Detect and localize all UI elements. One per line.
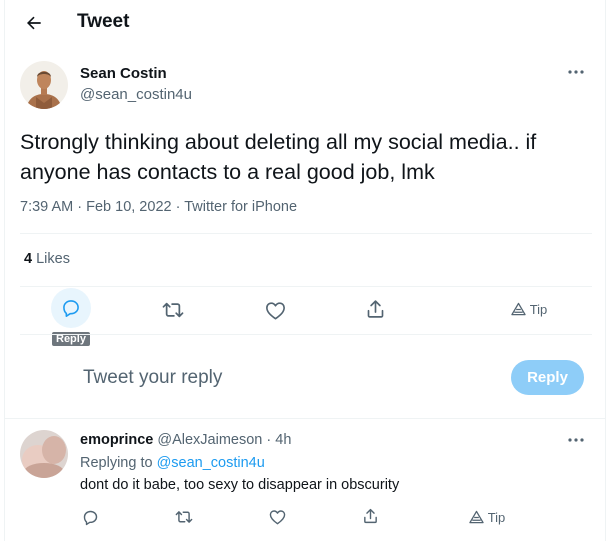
retweet-icon xyxy=(175,511,193,523)
heart-icon xyxy=(269,510,285,525)
tweet-time[interactable]: 7:39 AM xyxy=(20,199,73,215)
more-icon xyxy=(568,438,584,442)
header: Tweet xyxy=(5,0,607,46)
divider xyxy=(20,286,592,287)
retweet-button[interactable] xyxy=(172,506,196,528)
share-icon xyxy=(367,300,383,318)
meta-separator: · xyxy=(175,199,181,215)
meta-separator: · xyxy=(77,199,83,215)
replying-to-label: Replying to xyxy=(80,455,153,471)
tip-icon xyxy=(511,302,526,316)
reply-submit-button[interactable]: Reply xyxy=(511,360,584,395)
share-icon xyxy=(363,508,377,524)
more-options-button[interactable] xyxy=(565,64,587,80)
reply-author-name[interactable]: emoprince xyxy=(80,432,153,448)
tweet-source[interactable]: Twitter for iPhone xyxy=(184,199,297,215)
author-handle[interactable]: @sean_costin4u xyxy=(80,86,192,103)
tip-button[interactable]: Tip xyxy=(463,507,511,527)
reply-text: dont do it babe, too sexy to disappear i… xyxy=(80,477,400,493)
tip-button[interactable]: Tip xyxy=(505,299,553,319)
tip-label: Tip xyxy=(487,509,506,525)
tweet-text: Strongly thinking about deleting all my … xyxy=(20,130,537,184)
like-button[interactable] xyxy=(265,506,289,528)
tip-label: Tip xyxy=(529,301,548,317)
reply-author-handle[interactable]: @AlexJaimeson xyxy=(157,432,262,448)
replying-to-handle[interactable]: @sean_costin4u xyxy=(157,455,265,471)
share-button[interactable] xyxy=(358,505,382,527)
tweet-page: Tweet Sean Costin @sean_costin4u Strongl… xyxy=(4,0,606,541)
divider xyxy=(20,334,592,335)
share-button[interactable] xyxy=(362,296,388,322)
retweet-icon xyxy=(162,302,184,318)
reply-icon xyxy=(63,300,79,317)
author-name[interactable]: Sean Costin xyxy=(80,65,167,82)
more-options-button[interactable] xyxy=(565,432,587,448)
retweet-button[interactable] xyxy=(160,298,186,322)
tweet-meta: 7:39 AM · Feb 10, 2022 · Twitter for iPh… xyxy=(20,199,297,215)
back-button[interactable] xyxy=(21,10,47,36)
likes-count[interactable]: 4 Likes xyxy=(24,251,70,267)
reply-time[interactable]: 4h xyxy=(275,432,291,448)
divider xyxy=(20,233,592,234)
avatar[interactable] xyxy=(20,61,68,109)
avatar[interactable] xyxy=(20,430,68,478)
divider xyxy=(5,418,605,419)
replying-to: Replying to @sean_costin4u xyxy=(80,455,265,471)
tip-icon xyxy=(469,510,484,524)
heart-icon xyxy=(265,301,285,320)
page-title: Tweet xyxy=(77,11,130,32)
reply-button[interactable] xyxy=(78,506,102,528)
likes-label: Likes xyxy=(36,251,70,267)
arrow-left-icon xyxy=(27,16,41,30)
reply-icon xyxy=(83,510,97,525)
reply-input[interactable]: Tweet your reply xyxy=(83,367,222,389)
likes-number: 4 xyxy=(24,251,33,267)
like-button[interactable] xyxy=(262,298,288,322)
meta-separator: · xyxy=(266,432,272,448)
more-icon xyxy=(568,70,584,74)
reply-header: emoprince @AlexJaimeson · 4h xyxy=(80,432,291,448)
reply-button[interactable] xyxy=(51,288,91,328)
tweet-date[interactable]: Feb 10, 2022 xyxy=(86,199,171,215)
